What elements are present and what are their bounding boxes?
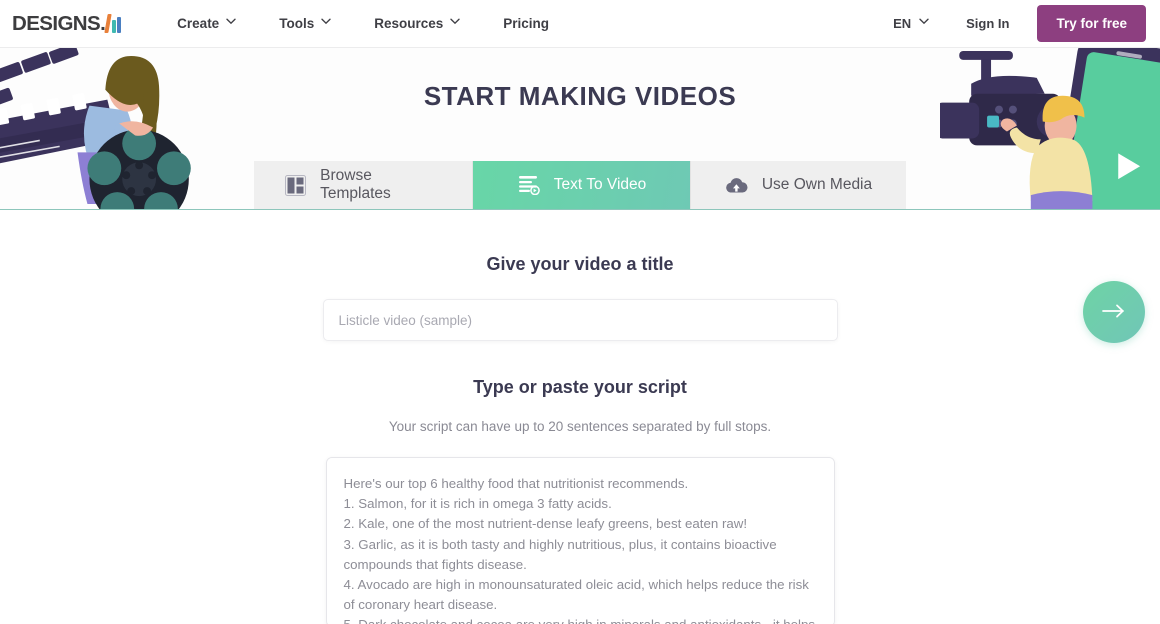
logo-text: DESIGNS. xyxy=(12,11,106,35)
page-title: START MAKING VIDEOS xyxy=(423,81,737,111)
chevron-down-icon xyxy=(450,18,460,27)
script-row xyxy=(0,457,1160,624)
video-title-section: Give your video a title xyxy=(0,210,1160,343)
ai-bars-logo-icon xyxy=(104,14,122,33)
tab-label: Use Own Media xyxy=(761,176,873,193)
script-textarea[interactable] xyxy=(325,457,835,624)
arrow-right-icon xyxy=(1101,303,1127,322)
chevron-down-icon xyxy=(226,18,236,27)
tab-browse-templates[interactable]: Browse Templates xyxy=(254,161,473,209)
nav-label: Create xyxy=(177,16,220,31)
sign-in-link[interactable]: Sign In xyxy=(944,10,1031,37)
site-logo[interactable]: DESIGNS. xyxy=(12,11,122,36)
nav-label: Tools xyxy=(279,16,315,31)
nav-right-cluster: EN Sign In Try for free xyxy=(877,5,1146,42)
nav-item-pricing[interactable]: Pricing xyxy=(481,10,571,37)
nav-item-tools[interactable]: Tools xyxy=(257,10,352,37)
script-section: Type or paste your script Your script ca… xyxy=(0,341,1160,624)
tab-label: Browse Templates xyxy=(320,167,391,202)
nav-item-resources[interactable]: Resources xyxy=(352,10,481,37)
submit-arrow-button[interactable] xyxy=(1083,281,1145,343)
main-content: Give your video a title Type or paste yo… xyxy=(0,210,1160,624)
tab-text-to-video[interactable]: Text To Video xyxy=(473,161,691,209)
script-subtext: Your script can have up to 20 sentences … xyxy=(388,419,772,434)
hero-illustration-right xyxy=(940,48,1160,209)
cloud-upload-icon xyxy=(725,174,749,196)
hero-banner: START MAKING VIDEOS Browse Templates Tex… xyxy=(0,48,1160,210)
chevron-down-icon xyxy=(919,18,929,27)
try-for-free-button[interactable]: Try for free xyxy=(1037,5,1146,42)
chevron-down-icon xyxy=(321,18,331,27)
nav-label: Pricing xyxy=(503,16,550,31)
language-selector[interactable]: EN xyxy=(877,10,944,37)
nav-label: Resources xyxy=(374,16,444,31)
hero-illustration-left xyxy=(0,48,200,209)
tab-label: Text To Video xyxy=(553,176,647,193)
video-title-heading: Give your video a title xyxy=(486,254,674,274)
video-title-input[interactable] xyxy=(322,299,838,341)
layout-grid-icon xyxy=(284,174,307,196)
nav-item-create[interactable]: Create xyxy=(155,10,257,37)
text-lines-icon xyxy=(517,174,541,196)
video-title-row xyxy=(0,281,1160,343)
language-label: EN xyxy=(893,16,912,31)
main-nav: Create Tools Resources Pricing xyxy=(155,10,571,37)
top-navigation-bar: DESIGNS. Create Tools Resources Pricing xyxy=(0,0,1160,48)
mode-tabs: Browse Templates Text To Video Use Own M… xyxy=(254,161,906,209)
tab-use-own-media[interactable]: Use Own Media xyxy=(691,161,906,209)
script-heading: Type or paste your script xyxy=(473,377,687,397)
